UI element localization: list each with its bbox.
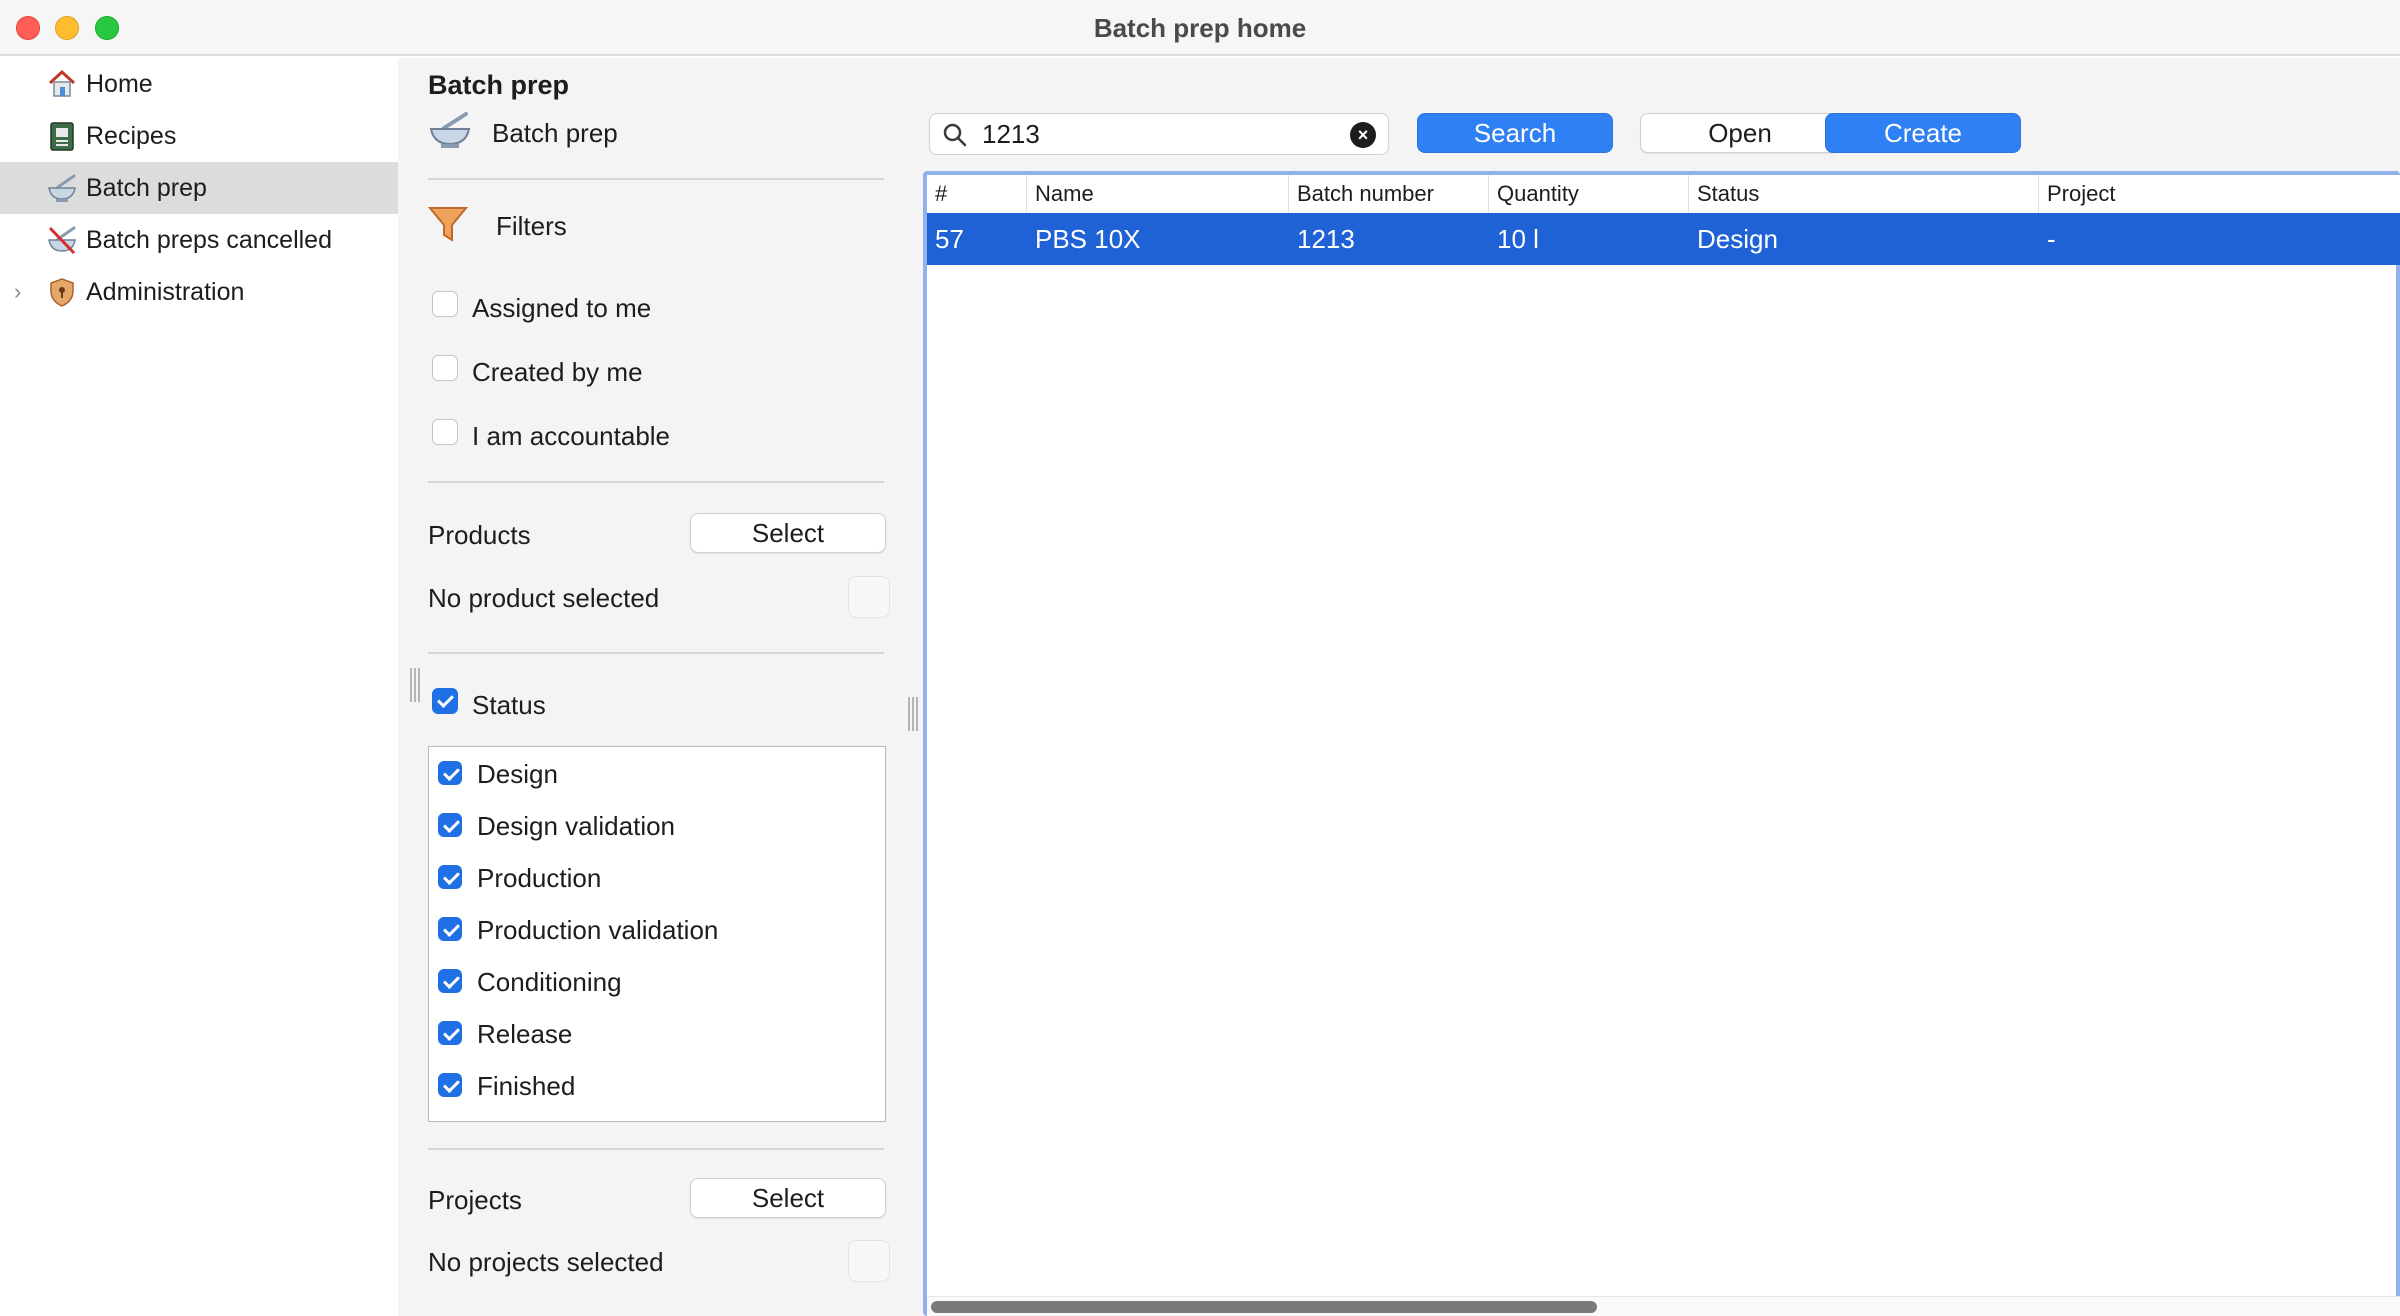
column-header-batch-number[interactable]: Batch number: [1289, 175, 1489, 213]
cell-number: 57: [935, 223, 964, 254]
title-bar: Batch prep home: [0, 0, 2400, 56]
assigned-to-me-label: Assigned to me: [472, 293, 652, 323]
assigned-to-me-checkbox[interactable]: [432, 291, 458, 317]
status-item-label: Release: [477, 1019, 573, 1049]
status-filter-checkbox[interactable]: [432, 688, 458, 714]
status-list: Design Design validation Production Prod…: [428, 746, 886, 1122]
sidebar-item-label: Administration: [86, 277, 245, 306]
left-splitter-handle[interactable]: [410, 668, 420, 702]
status-finished-checkbox[interactable]: [438, 1073, 462, 1097]
divider: [428, 1148, 884, 1150]
column-header-number[interactable]: #: [927, 175, 1027, 213]
results-panel: × Search Open Create # Name Batch number…: [918, 58, 2400, 1316]
results-table: # Name Batch number Quantity Status Proj…: [923, 171, 2400, 1316]
cell-quantity: 10 l: [1497, 223, 1539, 254]
column-header-name[interactable]: Name: [1027, 175, 1289, 213]
status-production-checkbox[interactable]: [438, 865, 462, 889]
created-by-me-checkbox[interactable]: [432, 355, 458, 381]
create-button[interactable]: Create: [1825, 113, 2021, 153]
status-conditioning-checkbox[interactable]: [438, 969, 462, 993]
created-by-me-label: Created by me: [472, 357, 643, 387]
status-item-label: Production validation: [477, 915, 719, 945]
select-projects-button[interactable]: Select: [690, 1178, 886, 1218]
shield-icon: [46, 276, 78, 308]
status-item-label: Design validation: [477, 811, 676, 841]
recipe-book-icon: [46, 120, 78, 152]
table-header: # Name Batch number Quantity Status Proj…: [927, 175, 2400, 213]
status-design-checkbox[interactable]: [438, 761, 462, 785]
status-item-label: Conditioning: [477, 967, 622, 997]
search-button[interactable]: Search: [1417, 113, 1613, 153]
sidebar-item-label: Batch prep: [86, 173, 207, 202]
chevron-right-icon[interactable]: ›: [14, 279, 21, 305]
sidebar-item-administration[interactable]: › Administration: [0, 266, 398, 318]
search-icon: [942, 122, 968, 153]
sidebar-item-label: Recipes: [86, 121, 177, 150]
clear-search-icon[interactable]: ×: [1350, 122, 1376, 148]
search-input[interactable]: [982, 117, 1342, 151]
sidebar-item-label: Home: [86, 69, 153, 98]
status-item-label: Design: [477, 759, 558, 789]
projects-preview-box: [848, 1240, 890, 1282]
divider: [428, 481, 884, 483]
scrollbar-thumb[interactable]: [931, 1301, 1597, 1313]
i-am-accountable-checkbox[interactable]: [432, 419, 458, 445]
mortar-icon: [46, 172, 78, 204]
horizontal-scrollbar[interactable]: [927, 1296, 2400, 1316]
divider: [428, 178, 884, 180]
filter-panel: Batch prep Batch prep Filters Assigned t…: [398, 58, 918, 1316]
filter-funnel-icon: [427, 205, 469, 250]
no-product-selected-text: No product selected: [428, 583, 660, 613]
cell-project: -: [2047, 223, 2056, 254]
sidebar-item-batch-prep[interactable]: Batch prep: [0, 162, 398, 214]
column-header-status[interactable]: Status: [1689, 175, 2039, 213]
status-item-label: Production: [477, 863, 602, 893]
products-preview-box: [848, 576, 890, 618]
status-release-checkbox[interactable]: [438, 1021, 462, 1045]
status-production-validation-checkbox[interactable]: [438, 917, 462, 941]
projects-label: Projects: [428, 1185, 522, 1215]
open-button[interactable]: Open: [1640, 113, 1840, 153]
home-icon: [46, 68, 78, 100]
cell-status: Design: [1697, 223, 1778, 254]
sidebar-item-batch-preps-cancelled[interactable]: Batch preps cancelled: [0, 214, 398, 266]
column-header-quantity[interactable]: Quantity: [1489, 175, 1689, 213]
right-splitter-handle[interactable]: [908, 697, 918, 731]
sidebar-item-recipes[interactable]: Recipes: [0, 110, 398, 162]
sidebar-item-label: Batch preps cancelled: [86, 225, 332, 254]
search-field[interactable]: ×: [929, 113, 1389, 155]
no-projects-selected-text: No projects selected: [428, 1247, 664, 1277]
cancelled-mortar-icon: [46, 224, 78, 256]
select-products-button[interactable]: Select: [690, 513, 886, 553]
mortar-icon: [428, 110, 472, 155]
status-label: Status: [472, 690, 546, 720]
table-row[interactable]: 57 PBS 10X 1213 10 l Design -: [927, 213, 2400, 265]
sidebar: Home Recipes Batch prep Batch preps canc…: [0, 58, 398, 1316]
panel-heading: Batch prep: [428, 70, 570, 100]
window-title: Batch prep home: [1093, 13, 1307, 43]
column-header-project[interactable]: Project: [2039, 175, 2400, 213]
batch-prep-type-label: Batch prep: [492, 118, 618, 148]
status-item-label: Finished: [477, 1071, 576, 1101]
products-label: Products: [428, 520, 531, 550]
cell-name: PBS 10X: [1035, 223, 1141, 254]
sidebar-item-home[interactable]: Home: [0, 58, 398, 110]
divider: [428, 652, 884, 654]
status-design-validation-checkbox[interactable]: [438, 813, 462, 837]
filters-label: Filters: [496, 211, 567, 241]
i-am-accountable-label: I am accountable: [472, 421, 671, 451]
cell-batch-number: 1213: [1297, 223, 1355, 254]
